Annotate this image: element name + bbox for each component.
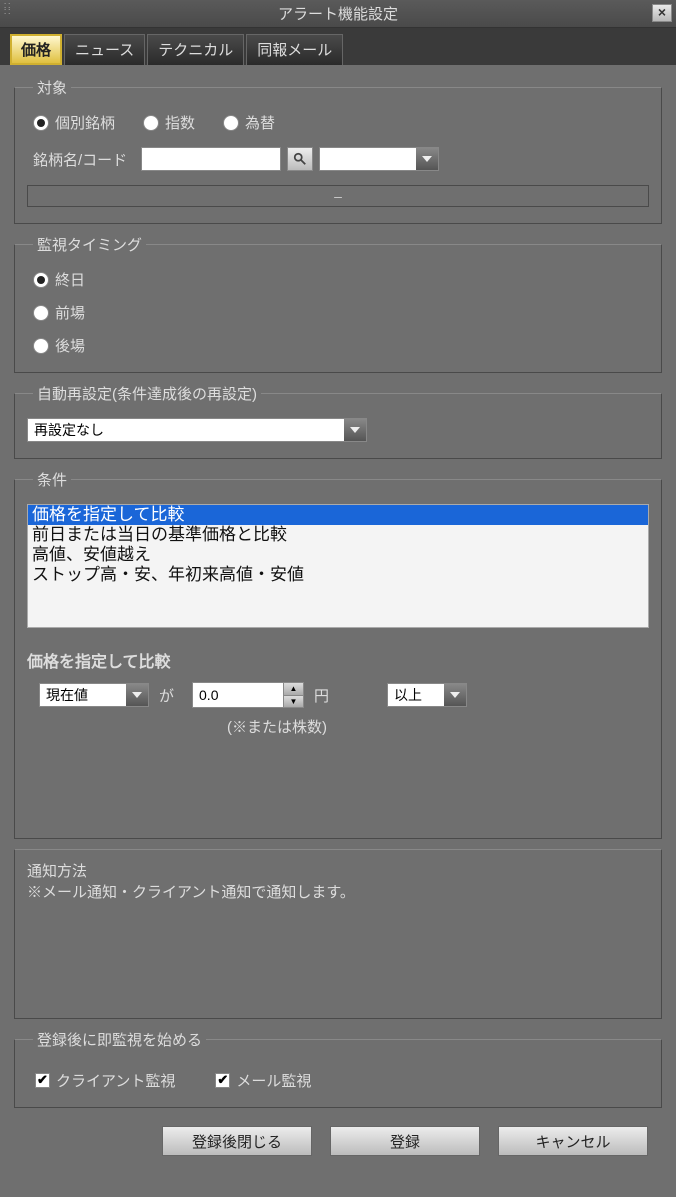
dropdown-text: 再設定なし <box>28 420 344 440</box>
tab-technical[interactable]: テクニカル <box>147 34 244 65</box>
group-start-legend: 登録後に即監視を始める <box>33 1029 206 1050</box>
auto-reset-dropdown[interactable]: 再設定なし <box>27 418 367 442</box>
radio-index[interactable]: 指数 <box>143 112 195 133</box>
stepper-down-button[interactable]: ▼ <box>283 695 303 708</box>
titlebar: ∷∷ アラート機能設定 × <box>0 0 676 28</box>
window-grip-icon: ∷∷ <box>4 4 10 16</box>
target-dropdown[interactable] <box>319 147 439 171</box>
group-condition: 条件 価格を指定して比較 前日または当日の基準価格と比較 高値、安値越え ストッ… <box>14 469 662 839</box>
radio-label: 個別銘柄 <box>55 112 115 133</box>
group-timing: 監視タイミング 終日 前場 後場 <box>14 234 662 373</box>
price-type-dropdown[interactable]: 現在値 <box>39 683 149 707</box>
close-button[interactable]: × <box>652 4 672 22</box>
radio-individual-stock[interactable]: 個別銘柄 <box>33 112 115 133</box>
group-target-legend: 対象 <box>33 77 71 98</box>
notify-block: 通知方法 ※メール通知・クライアント通知で通知します。 <box>14 849 662 1019</box>
register-button[interactable]: 登録 <box>330 1126 480 1156</box>
checkbox-icon <box>215 1073 230 1088</box>
radio-label: 為替 <box>245 112 275 133</box>
tab-price[interactable]: 価格 <box>10 34 62 65</box>
radio-icon <box>33 272 49 288</box>
tab-news[interactable]: ニュース <box>64 34 145 65</box>
radio-icon <box>143 115 159 131</box>
group-start-monitoring: 登録後に即監視を始める クライアント監視 メール監視 <box>14 1029 662 1108</box>
checkbox-icon <box>35 1073 50 1088</box>
cancel-button[interactable]: キャンセル <box>498 1126 648 1156</box>
chevron-down-icon <box>416 148 438 170</box>
group-condition-legend: 条件 <box>33 469 71 490</box>
tab-broadcast-mail[interactable]: 同報メール <box>246 34 343 65</box>
chevron-down-icon <box>126 684 148 706</box>
radio-label: 前場 <box>55 302 85 323</box>
radio-icon <box>33 305 49 321</box>
search-icon <box>293 152 307 166</box>
label-yen: 円 <box>314 685 329 706</box>
radio-forex[interactable]: 為替 <box>223 112 275 133</box>
chevron-down-icon <box>444 684 466 706</box>
group-auto-reset: 自動再設定(条件達成後の再設定) 再設定なし <box>14 383 662 459</box>
target-info-bar: – <box>27 185 649 207</box>
radio-label: 指数 <box>165 112 195 133</box>
close-after-register-button[interactable]: 登録後閉じる <box>162 1126 312 1156</box>
checkbox-label: メール監視 <box>236 1070 311 1091</box>
radio-label: 後場 <box>55 335 85 356</box>
window-title: アラート機能設定 <box>278 3 398 24</box>
condition-listbox[interactable]: 価格を指定して比較 前日または当日の基準価格と比較 高値、安値越え ストップ高・… <box>27 504 649 628</box>
radio-icon <box>223 115 239 131</box>
list-item[interactable]: 価格を指定して比較 <box>28 505 648 525</box>
radio-label: 終日 <box>55 269 85 290</box>
group-target: 対象 個別銘柄 指数 為替 銘柄名/コード <box>14 77 662 224</box>
radio-icon <box>33 115 49 131</box>
radio-icon <box>33 338 49 354</box>
code-label: 銘柄名/コード <box>33 149 127 170</box>
content-area: 対象 個別銘柄 指数 為替 銘柄名/コード <box>0 65 676 1197</box>
list-item[interactable]: ストップ高・安、年初来高値・安値 <box>28 565 648 585</box>
tabbar: 価格 ニュース テクニカル 同報メール <box>0 28 676 65</box>
radio-allday[interactable]: 終日 <box>33 269 649 290</box>
radio-afternoon-session[interactable]: 後場 <box>33 335 649 356</box>
group-auto-reset-legend: 自動再設定(条件達成後の再設定) <box>33 383 261 404</box>
radio-morning-session[interactable]: 前場 <box>33 302 649 323</box>
footer: 登録後閉じる 登録 キャンセル <box>14 1118 662 1168</box>
dropdown-text: 現在値 <box>40 685 126 705</box>
list-item[interactable]: 高値、安値越え <box>28 545 648 565</box>
notify-body: ※メール通知・クライアント通知で通知します。 <box>27 881 649 902</box>
dropdown-text: 以上 <box>388 685 444 705</box>
checkbox-client-monitor[interactable]: クライアント監視 <box>35 1070 175 1091</box>
group-timing-legend: 監視タイミング <box>33 234 146 255</box>
condition-sub-header: 価格を指定して比較 <box>27 648 649 672</box>
price-value-stepper[interactable]: 0.0 ▲ ▼ <box>192 682 304 708</box>
stepper-value: 0.0 <box>193 683 283 707</box>
code-input[interactable] <box>141 147 281 171</box>
stepper-up-button[interactable]: ▲ <box>283 683 303 695</box>
condition-note: (※または株数) <box>27 716 649 737</box>
label-ga: が <box>159 685 174 706</box>
search-button[interactable] <box>287 147 313 171</box>
checkbox-mail-monitor[interactable]: メール監視 <box>215 1070 311 1091</box>
notify-head: 通知方法 <box>27 860 649 881</box>
checkbox-label: クライアント監視 <box>56 1070 175 1091</box>
comparator-dropdown[interactable]: 以上 <box>387 683 467 707</box>
list-item[interactable]: 前日または当日の基準価格と比較 <box>28 525 648 545</box>
chevron-down-icon <box>344 419 366 441</box>
